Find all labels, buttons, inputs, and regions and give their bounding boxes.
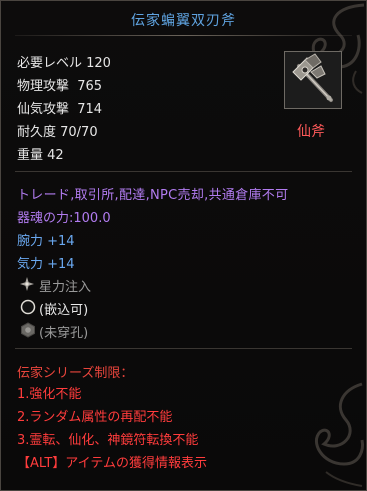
series-rule-1: 1.強化不能 (17, 387, 82, 402)
series-limit-header: 伝家シリーズ制限： (17, 366, 134, 381)
alt-info-hint: 【ALT】アイテムの獲得情報表示 (17, 456, 207, 471)
series-rule-3: 3.霊転、仙化、神鏡符転換不能 (17, 433, 199, 448)
stat-weight: 重量 42 (17, 148, 64, 163)
soul-power: 器魂の力:100.0 (17, 211, 111, 226)
hexagon-icon (21, 322, 35, 338)
bonus-strength: 腕力 +14 (17, 234, 75, 249)
divider (15, 171, 352, 172)
item-title: 伝家蝙翼双刃斧 (131, 13, 236, 29)
trade-restrictions: トレード,取引所,配達,NPC売却,共通倉庫不可 (17, 188, 289, 203)
divider (15, 348, 352, 349)
socket-not-drilled: (未穿孔) (39, 326, 89, 341)
stat-physical-attack: 物理攻撃 765 (17, 79, 103, 94)
dragon-ornament-bottom-right-icon (314, 382, 364, 487)
socket-star-injection: 星力注入 (39, 280, 92, 295)
star-icon (20, 277, 34, 291)
circle-icon (20, 299, 36, 315)
weapon-axe-icon (284, 51, 342, 109)
stat-durability: 耐久度 70/70 (17, 125, 98, 140)
series-rule-2: 2.ランダム属性の再配不能 (17, 410, 173, 425)
weapon-type-label: 仙斧 (297, 124, 325, 140)
socket-inlay-allowed: (嵌込可) (39, 303, 89, 318)
bonus-spirit: 気力 +14 (17, 257, 75, 272)
stat-sennki-attack: 仙気攻撃 714 (17, 102, 103, 117)
stat-required-level: 必要レベル 120 (17, 56, 111, 71)
title-divider (15, 35, 352, 36)
item-tooltip: 伝家蝙翼双刃斧 必要レベル 120 物理攻撃 765 仙気攻撃 714 耐久度 … (0, 0, 367, 491)
